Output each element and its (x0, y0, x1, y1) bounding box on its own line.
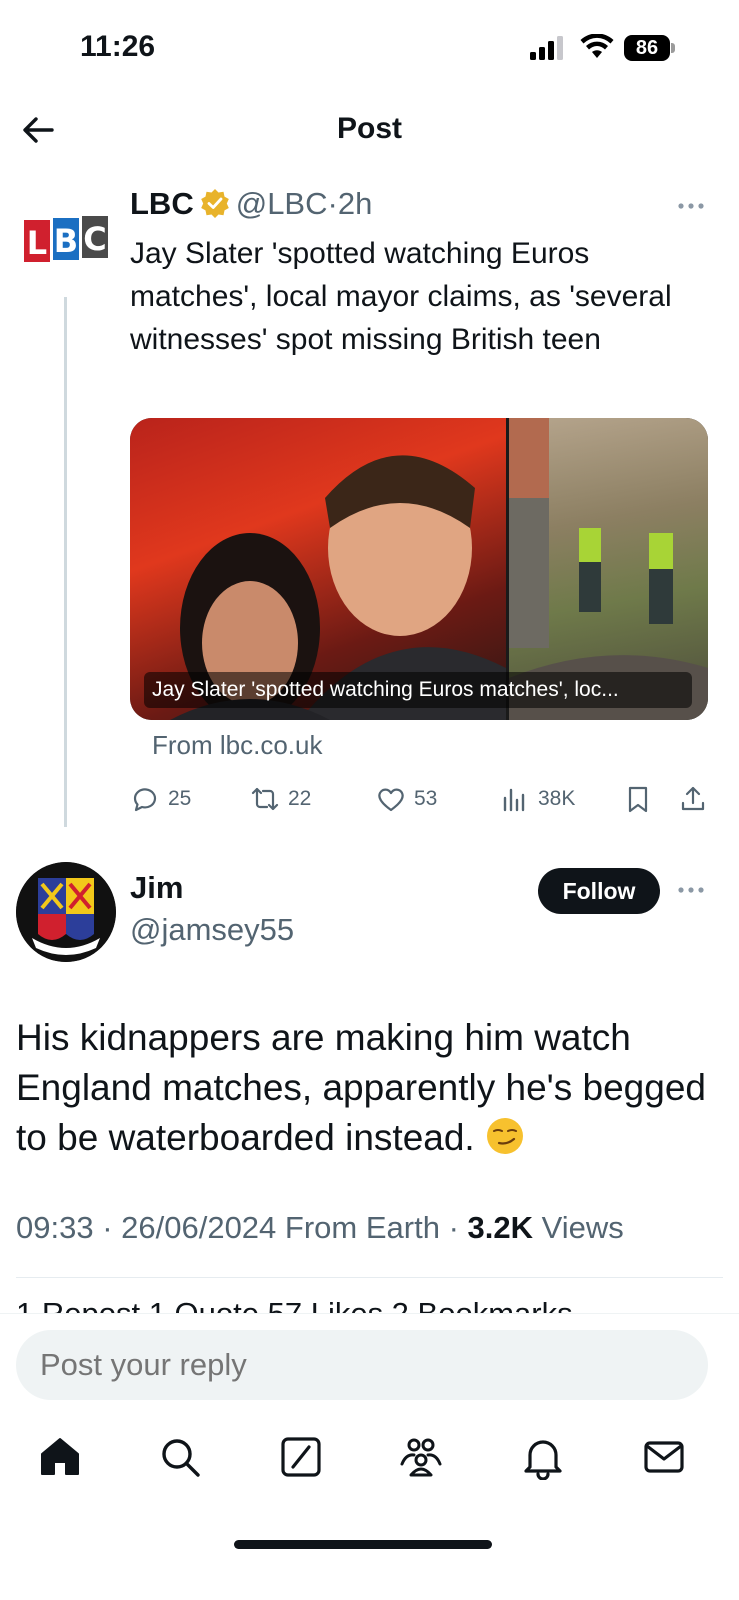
post-location: From Earth (284, 1210, 440, 1245)
home-icon[interactable] (37, 1434, 83, 1480)
engagement-stats[interactable]: 1 Repost 1 Quote 57 Likes 2 Bookmarks (16, 1296, 573, 1314)
quoted-post-age: 2h (337, 186, 373, 221)
quoted-post-header: LBC @LBC·2h (130, 186, 372, 222)
quoted-post-text: Jay Slater 'spotted watching Euros match… (130, 237, 672, 356)
heart-icon (378, 788, 404, 812)
bottom-tab-bar (0, 1434, 739, 1494)
wifi-icon (580, 34, 614, 58)
status-bar: 11:26 86 (0, 0, 739, 100)
reply-input[interactable] (16, 1330, 708, 1400)
notifications-bell-icon[interactable] (520, 1434, 566, 1480)
views-action[interactable]: 38K (500, 782, 575, 816)
link-source[interactable]: From lbc.co.uk (152, 730, 323, 761)
share-icon[interactable] (678, 782, 708, 816)
battery-icon: 86 (624, 35, 676, 61)
cellular-signal-icon (530, 36, 563, 60)
like-action[interactable]: 53 (376, 782, 437, 816)
status-time: 11:26 (80, 30, 156, 63)
divider (16, 1277, 723, 1278)
repost-count: 22 (288, 787, 312, 810)
battery-level: 86 (624, 35, 670, 61)
like-count: 53 (414, 787, 438, 810)
post-date: 26/06/2024 (121, 1210, 277, 1245)
more-options-icon[interactable] (676, 196, 706, 216)
post-views-label: Views (541, 1210, 624, 1245)
reply-text: His kidnappers are making him watch Engl… (16, 1017, 706, 1158)
user-avatar[interactable] (16, 862, 116, 962)
reply-text-block: His kidnappers are making him watch Engl… (16, 1013, 726, 1163)
post-actions: 25 22 53 38K (130, 782, 720, 816)
repost-icon (251, 787, 279, 811)
page-title: Post (336, 112, 402, 145)
communities-icon[interactable] (398, 1434, 444, 1480)
svg-text:L: L (27, 224, 47, 262)
repost-action[interactable]: 22 (250, 782, 311, 816)
reply-composer-bar (0, 1313, 739, 1600)
post-meta: 09:33 · 26/06/2024 From Earth · 3.2K Vie… (16, 1210, 624, 1245)
bookmark-icon[interactable] (623, 782, 653, 816)
lbc-avatar[interactable]: L B C (22, 216, 110, 266)
views-count: 38K (538, 787, 576, 810)
views-chart-icon (503, 788, 525, 812)
grok-icon[interactable] (278, 1434, 324, 1480)
reply-action[interactable]: 25 (130, 782, 191, 816)
search-icon[interactable] (157, 1434, 203, 1480)
home-indicator (234, 1540, 492, 1549)
reply-icon (133, 788, 157, 812)
smirk-emoji-icon (487, 1118, 523, 1154)
verified-badge-icon (200, 189, 229, 218)
reply-count: 25 (168, 787, 192, 810)
svg-text:C: C (83, 220, 106, 258)
follow-button[interactable]: Follow (538, 868, 660, 914)
messages-envelope-icon[interactable] (641, 1434, 687, 1480)
link-card-image[interactable]: Jay Slater 'spotted watching Euros match… (130, 418, 708, 720)
svg-text:B: B (54, 222, 78, 260)
more-options-icon[interactable] (676, 880, 706, 900)
quoted-handle[interactable]: @LBC (236, 186, 328, 221)
thread-line (64, 297, 67, 827)
top-nav: Post (0, 100, 739, 160)
post-views-count: 3.2K (467, 1210, 533, 1245)
separator-dot: · (327, 186, 338, 221)
post-time: 09:33 (16, 1210, 94, 1245)
reply-author-name[interactable]: Jim (130, 870, 183, 906)
media-caption: Jay Slater 'spotted watching Euros match… (144, 672, 692, 708)
reply-author-handle[interactable]: @jamsey55 (130, 912, 294, 948)
quoted-author-name[interactable]: LBC (130, 186, 194, 221)
